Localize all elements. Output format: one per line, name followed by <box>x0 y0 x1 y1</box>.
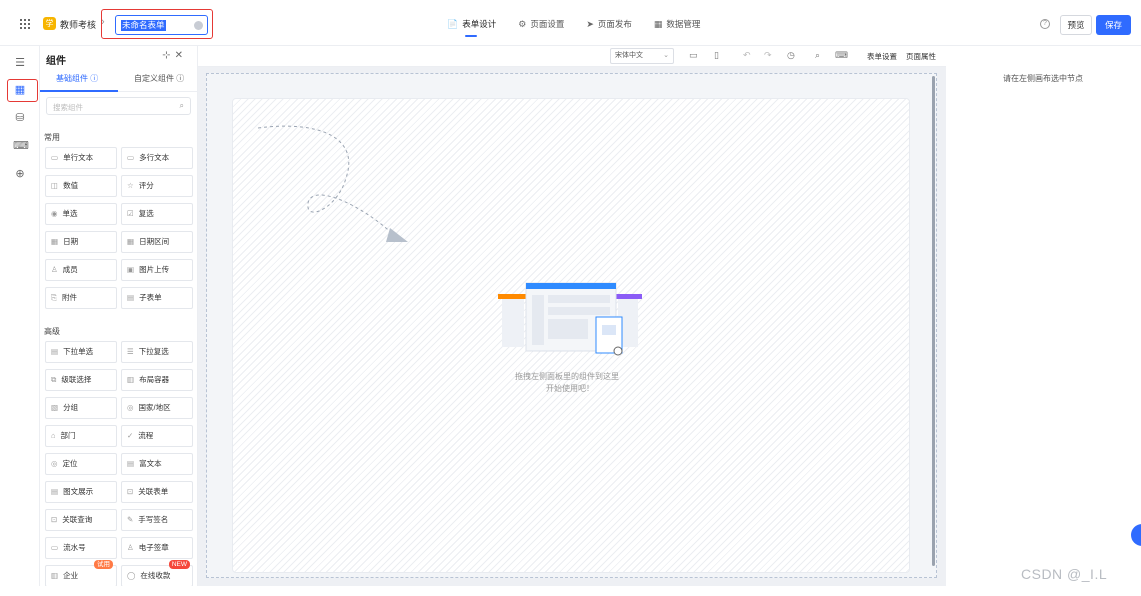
datasource-icon[interactable]: ⛁ <box>13 111 27 125</box>
left-rail: ☰ ▦ ⛁ ⌨ ⊕ <box>0 46 40 586</box>
keyboard-icon[interactable]: ⌨ <box>835 50 848 61</box>
component-item[interactable]: ▭ 单行文本 <box>45 147 117 169</box>
outline-icon[interactable]: ☰ <box>13 56 27 70</box>
tab-form-design[interactable]: 📄 表单设计 <box>447 18 496 37</box>
new-badge: NEW <box>168 560 190 569</box>
tab-data-management[interactable]: ▦ 数据管理 <box>654 18 701 30</box>
component-item[interactable]: ▤ 富文本 <box>121 453 193 475</box>
table-icon: ▦ <box>653 18 663 29</box>
component-item[interactable]: ✓ 流程 <box>121 425 193 447</box>
drag-hint-arrow-icon <box>257 125 408 242</box>
code-icon[interactable]: ⌨ <box>13 139 29 153</box>
component-item[interactable]: ⎘ 附件 <box>45 287 117 309</box>
bottom-strip <box>0 586 1141 596</box>
watermark: CSDN @_I.L <box>1021 566 1108 582</box>
font-select[interactable]: 宋体中文 ⌄ <box>610 48 674 64</box>
components-icon[interactable]: ▦ <box>13 83 27 97</box>
panel-title: 组件 <box>46 56 66 67</box>
desktop-view-icon[interactable]: ▭ <box>689 50 698 61</box>
canvas-toolbar: 宋体中文 ⌄ ▭ ▯ ↶ ↷ ◷ ⌕ ⌨ 表单设置 页面属性 <box>198 46 946 67</box>
component-item[interactable]: ✎ 手写签名 <box>121 509 193 531</box>
gear-icon: ⚙ <box>518 18 527 29</box>
component-item[interactable]: ⧉ 级联选择 <box>45 369 117 391</box>
search-placeholder: 搜索组件 <box>53 103 83 112</box>
tab-page-publish[interactable]: ➤ 页面发布 <box>586 18 632 30</box>
mobile-view-icon[interactable]: ▯ <box>714 50 719 61</box>
component-item[interactable]: ▤ 下拉单选 <box>45 341 117 363</box>
component-item[interactable]: ♙ 成员 <box>45 259 117 281</box>
component-item[interactable]: ▧ 分组 <box>45 397 117 419</box>
preview-button[interactable]: 预览 <box>1060 15 1092 35</box>
apps-grid-icon[interactable] <box>20 19 30 29</box>
send-icon: ➤ <box>586 18 594 29</box>
canvas-hint-line1: 拖拽左侧面板里的组件到这里 <box>515 372 619 381</box>
undo-icon[interactable]: ↶ <box>743 50 751 61</box>
canvas-hint-line2: 开始使用吧！ <box>546 384 594 393</box>
panel-tools: ⊹✕ <box>162 50 187 61</box>
component-item[interactable]: ☑ 复选 <box>121 203 193 225</box>
history-icon[interactable]: ◷ <box>787 50 795 61</box>
empty-canvas-illustration-icon <box>498 282 642 356</box>
component-item[interactable]: ▦ 日期 <box>45 231 117 253</box>
close-icon[interactable]: ✕ <box>175 50 187 61</box>
search-icon: ⌕ <box>179 101 184 110</box>
component-item[interactable]: ▦ 日期区间 <box>121 231 193 253</box>
component-item[interactable]: ◯ 在线收款 NEW <box>121 560 193 586</box>
search-icon[interactable]: ⌕ <box>815 50 820 61</box>
trial-badge: 试用 <box>94 560 113 569</box>
clear-icon[interactable] <box>194 21 203 30</box>
tab-active-indicator <box>40 90 118 92</box>
globe-icon[interactable]: ⊕ <box>13 167 27 181</box>
form-settings-link[interactable]: 表单设置 <box>867 51 897 62</box>
tab-basic-components[interactable]: 基础组件 ⓘ <box>56 73 98 84</box>
component-item[interactable]: ♙ 电子签章 <box>121 537 193 559</box>
app-badge: 学 <box>43 17 56 30</box>
component-item[interactable]: ☰ 下拉复选 <box>121 341 193 363</box>
component-item[interactable]: ▥ 布局容器 <box>121 369 193 391</box>
section-advanced: 高级 <box>44 327 60 336</box>
chevron-down-icon: ⌄ <box>663 52 669 59</box>
component-item[interactable]: ◉ 单选 <box>45 203 117 225</box>
save-button[interactable]: 保存 <box>1096 15 1131 35</box>
component-search-input[interactable]: 搜索组件 ⌕ <box>46 97 191 115</box>
form-name-input[interactable]: 未命名表单 <box>115 15 208 35</box>
component-item[interactable]: ▣ 图片上传 <box>121 259 193 281</box>
component-item[interactable]: ▤ 子表单 <box>121 287 193 309</box>
component-item[interactable]: ▤ 图文展示 <box>45 481 117 503</box>
page-properties-link[interactable]: 页面属性 <box>906 51 936 62</box>
component-item[interactable]: ⌂ 部门 <box>45 425 117 447</box>
top-nav: 📄 表单设计 ⚙ 页面设置 ➤ 页面发布 ▦ 数据管理 <box>447 18 722 37</box>
component-item[interactable]: ◎ 定位 <box>45 453 117 475</box>
canvas-scrollbar[interactable] <box>932 76 935 566</box>
components-panel: 组件 ⊹✕ 基础组件 ⓘ 自定义组件 ⓘ 搜索组件 ⌕ 常用 ▭ 单行文本 ▭ 多行… <box>40 46 198 586</box>
component-item[interactable]: ⊡ 关联查询 <box>45 509 117 531</box>
component-item[interactable]: ▭ 流水号 <box>45 537 117 559</box>
form-name-text: 未命名表单 <box>121 20 166 31</box>
component-item[interactable]: ▭ 多行文本 <box>121 147 193 169</box>
help-icon[interactable]: ? <box>1040 19 1050 29</box>
pin-icon[interactable]: ⊹ <box>162 50 174 61</box>
component-item[interactable]: ▥ 企业 试用 <box>45 560 117 586</box>
properties-panel <box>946 46 1141 586</box>
redo-icon[interactable]: ↷ <box>764 50 772 61</box>
component-item[interactable]: ⊡ 关联表单 <box>121 481 193 503</box>
component-item[interactable]: ◫ 数值 <box>45 175 117 197</box>
component-item[interactable]: ☆ 评分 <box>121 175 193 197</box>
tab-page-settings[interactable]: ⚙ 页面设置 <box>518 18 564 30</box>
properties-empty-message: 请在左侧画布选中节点 <box>1003 74 1083 83</box>
tab-custom-components[interactable]: 自定义组件 ⓘ <box>134 73 184 84</box>
component-item[interactable]: ◎ 国家/地区 <box>121 397 193 419</box>
app-name[interactable]: 教师考核 <box>60 18 96 31</box>
document-icon: 📄 <box>447 18 459 29</box>
section-common: 常用 <box>44 133 60 142</box>
